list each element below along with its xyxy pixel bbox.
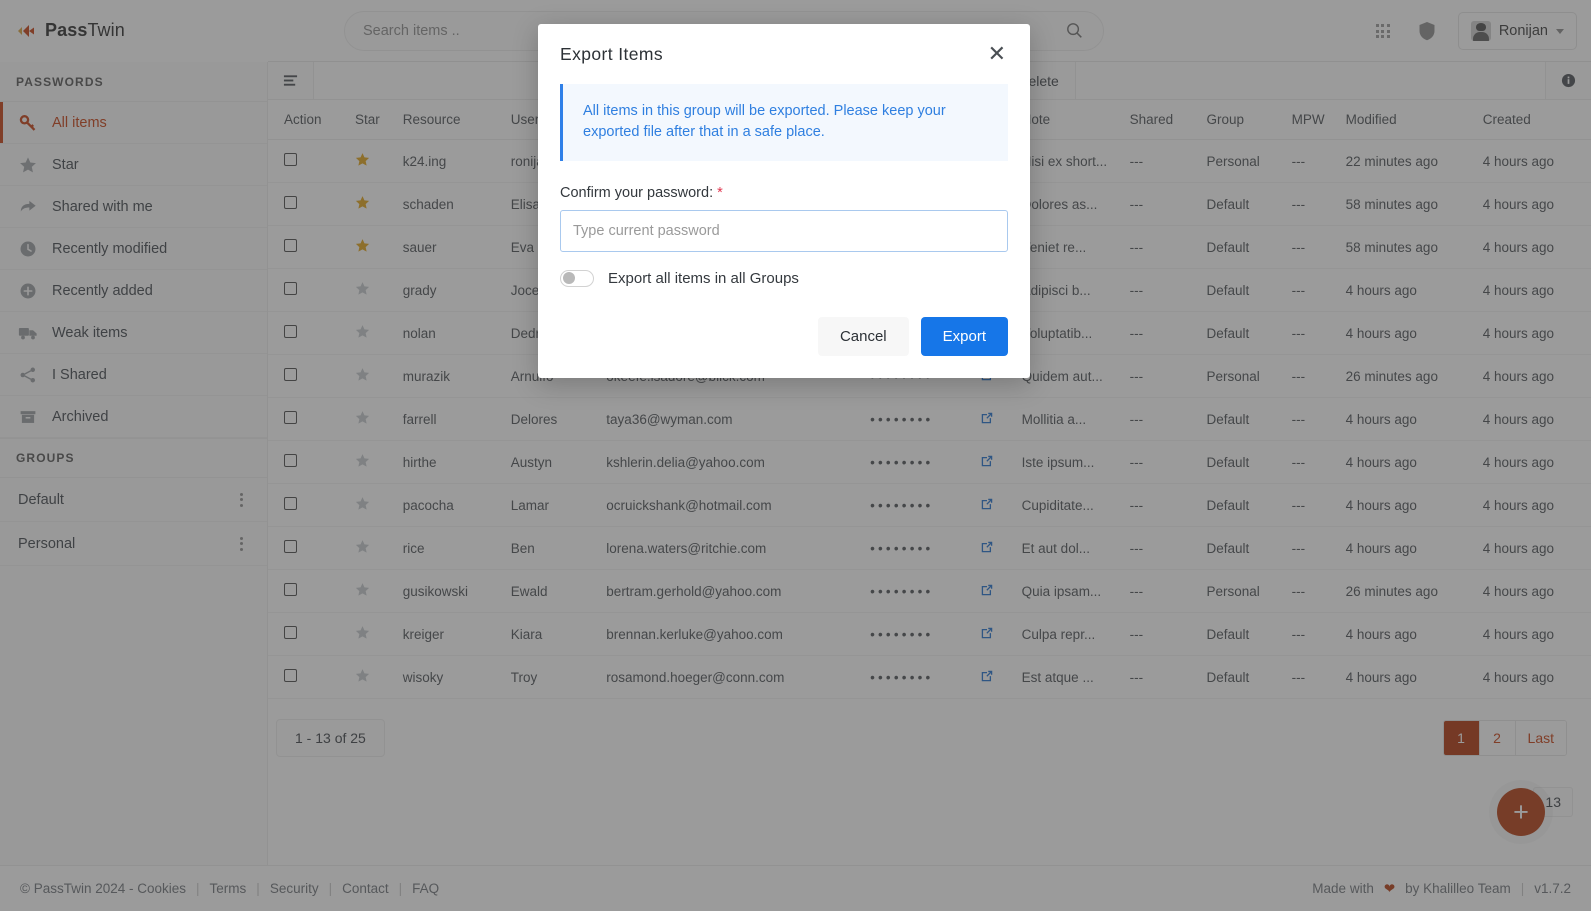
dialog-body: All items in this group will be exported… bbox=[538, 84, 1030, 378]
dialog-title: Export Items bbox=[560, 43, 664, 64]
password-label-text: Confirm your password: bbox=[560, 184, 714, 201]
export-all-toggle-row: Export all items in all Groups bbox=[560, 269, 1008, 287]
cancel-button[interactable]: Cancel bbox=[817, 316, 909, 356]
export-items-dialog: Export Items ✕ All items in this group w… bbox=[538, 24, 1030, 378]
required-mark: * bbox=[717, 184, 723, 201]
close-icon[interactable]: ✕ bbox=[986, 39, 1008, 69]
export-confirm-button[interactable]: Export bbox=[920, 316, 1008, 356]
export-all-toggle-label: Export all items in all Groups bbox=[608, 269, 799, 287]
dialog-header: Export Items ✕ bbox=[538, 24, 1030, 84]
dialog-actions: Cancel Export bbox=[560, 316, 1008, 356]
export-all-toggle[interactable] bbox=[560, 269, 594, 287]
password-field-label: Confirm your password: * bbox=[560, 185, 1008, 201]
confirm-password-input[interactable] bbox=[560, 209, 1008, 252]
info-alert: All items in this group will be exported… bbox=[560, 84, 1008, 161]
